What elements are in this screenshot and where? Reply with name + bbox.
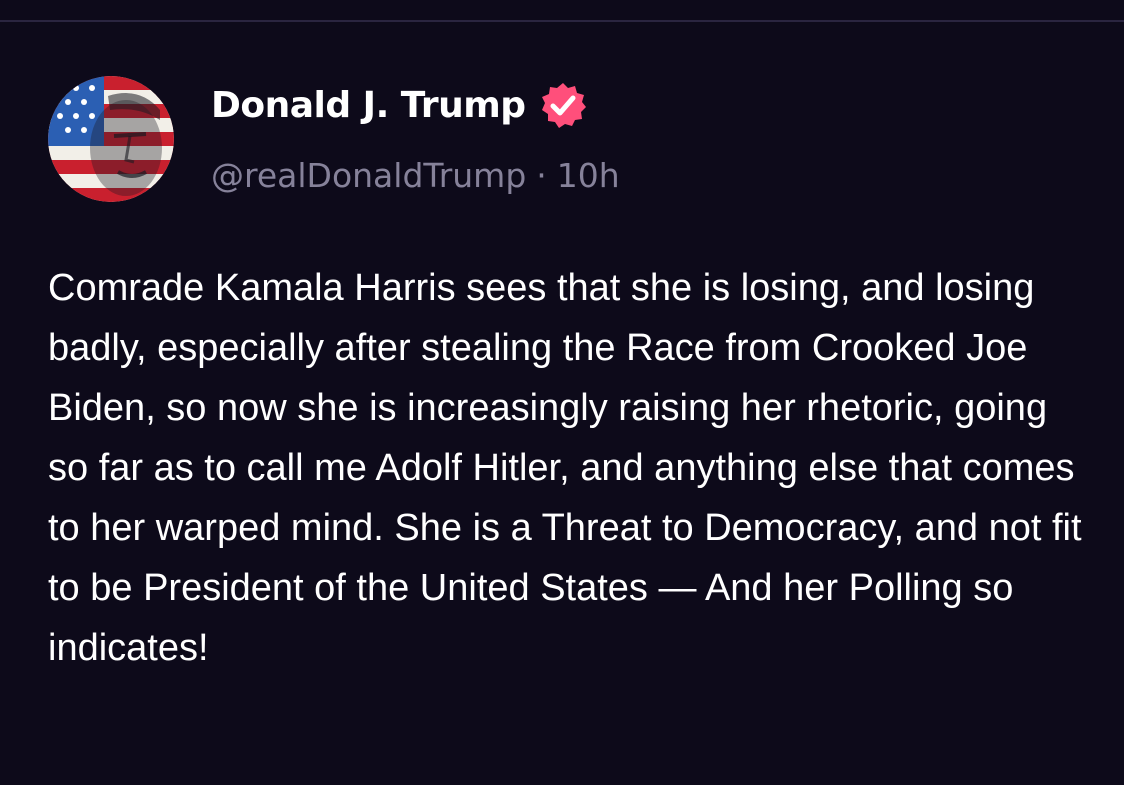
post-body: Comrade Kamala Harris sees that she is l… bbox=[48, 267, 1082, 669]
author-handle[interactable]: @realDonaldTrump bbox=[211, 156, 526, 195]
meta-separator: · bbox=[536, 155, 547, 195]
post-meta: @realDonaldTrump · 10h bbox=[211, 152, 620, 198]
avatar[interactable] bbox=[48, 76, 174, 202]
verified-badge-icon bbox=[538, 80, 588, 130]
post-card[interactable]: Donald J. Trump @realDonaldTrump · 10h C… bbox=[0, 22, 1124, 785]
post-timestamp[interactable]: 10h bbox=[557, 156, 620, 195]
author-display-name[interactable]: Donald J. Trump bbox=[211, 85, 526, 126]
author-row: Donald J. Trump bbox=[211, 80, 588, 130]
avatar-image-icon bbox=[48, 76, 174, 202]
